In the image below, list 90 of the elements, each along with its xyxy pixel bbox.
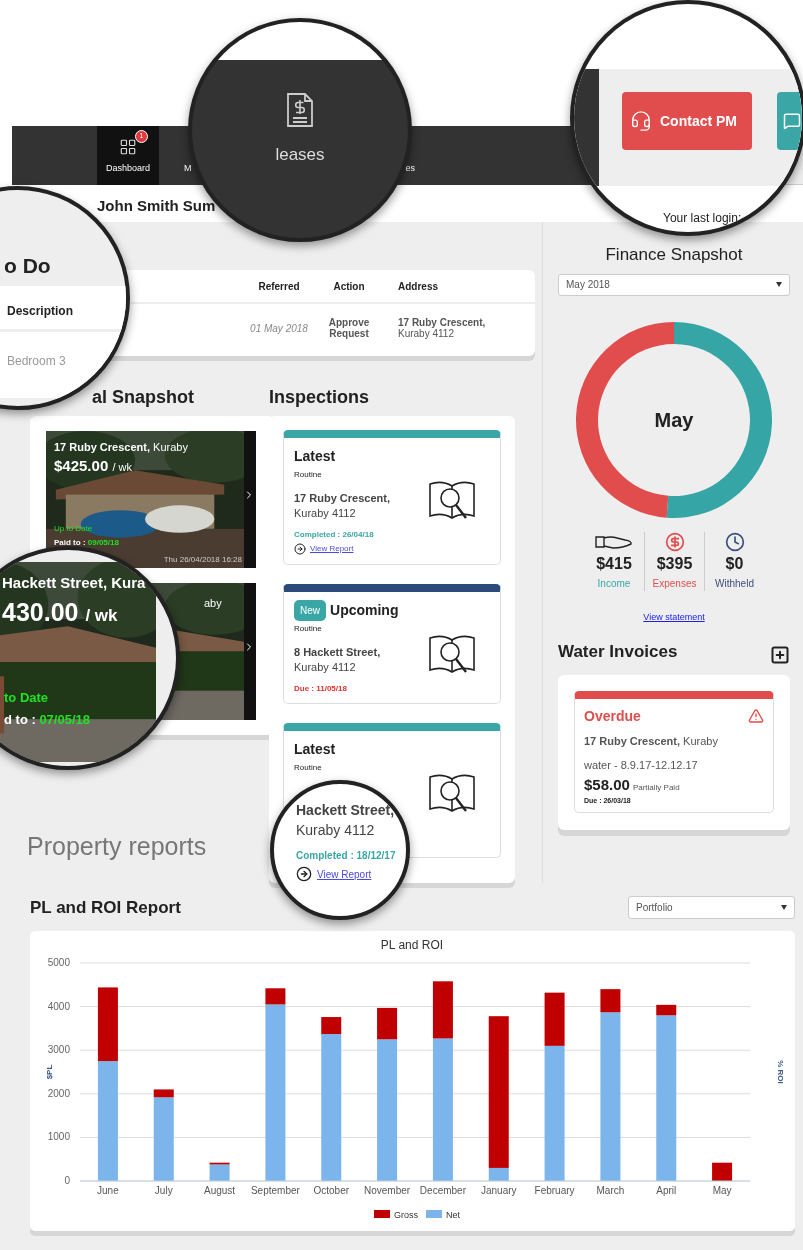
x-tick-label: December [419, 1184, 466, 1196]
section-title: Water Invoices [558, 640, 678, 663]
new-badge: New [294, 600, 326, 621]
x-tick-label: September [250, 1184, 300, 1196]
table-cell-text: Bedroom 3 [7, 353, 66, 370]
invoice-period: water - 8.9.17-12.12.17 [584, 758, 699, 773]
column-header: Address [398, 279, 438, 294]
legend-label[interactable]: Gross [394, 1209, 418, 1220]
portfolio-select[interactable]: Portfolio [628, 896, 795, 920]
y-tick-label: 3000 [47, 1043, 70, 1055]
add-icon[interactable] [770, 644, 790, 665]
legend-label[interactable]: Net [446, 1209, 460, 1220]
inspection-title: Latest [294, 447, 336, 466]
message-button[interactable] [777, 92, 802, 150]
x-tick-label: January [480, 1184, 517, 1196]
page-title: John Smith Sum [97, 196, 216, 216]
inspection-type: Routine [293, 469, 323, 481]
invoice-amount: $58.00 [584, 774, 630, 795]
x-tick-label: February [534, 1184, 575, 1196]
clock-icon [724, 531, 745, 552]
view-statement-link[interactable]: View statement [643, 611, 705, 622]
dollar-document-icon [286, 92, 314, 128]
table-cell: 17 Ruby Crescent, Kuraby 4112 [398, 317, 486, 339]
inspection-address: Hackett Street, Kuraby 4112 [296, 801, 395, 840]
last-login-text: Your last login: [663, 210, 742, 227]
dropdown-caret-icon [776, 282, 782, 287]
section-title: al Snapshot [91, 386, 195, 409]
x-tick-label: May [712, 1184, 732, 1196]
section-title: PL and ROI Report [30, 897, 181, 919]
section-title: Finance Snapshot [604, 244, 744, 266]
stat-amount: $395 [656, 553, 693, 574]
inspection-type: Routine [293, 623, 323, 635]
x-tick-label: November [364, 1184, 411, 1196]
dollar-icon [664, 531, 685, 552]
section-title: Inspections [269, 386, 371, 409]
section-title: o Do [4, 253, 51, 279]
view-report-link[interactable]: View Report [317, 866, 372, 882]
contact-pm-button[interactable]: Contact PM [622, 92, 752, 150]
y-tick-label: 5000 [47, 956, 70, 968]
column-header: Referred [257, 279, 301, 294]
invoice-address: 17 Ruby Crescent, Kuraby [584, 733, 719, 749]
inspection-type: Routine [293, 762, 323, 774]
x-tick-label: October [313, 1184, 350, 1196]
inspection-address: 8 Hackett Street, Kuraby 4112 [294, 645, 382, 675]
x-tick-label: June [97, 1184, 119, 1196]
dashboard-icon [119, 137, 137, 156]
x-tick-label: July [154, 1184, 173, 1196]
chat-icon [783, 112, 801, 130]
arrow-circle-icon [296, 866, 312, 882]
arrow-circle-icon [294, 543, 306, 555]
view-report-link[interactable]: View Report [310, 543, 354, 555]
payment-note: Partially Paid [632, 781, 680, 794]
x-tick-label: August [204, 1184, 236, 1196]
stat-label: Income [597, 576, 631, 591]
stat-amount: $0 [725, 553, 744, 574]
inspection-status: Due : 11/05/18 [293, 683, 348, 695]
inspection-title: Latest [294, 740, 336, 759]
headset-icon [630, 110, 652, 132]
inspection-address: 17 Ruby Crescent, Kuraby 4112 [294, 491, 391, 521]
x-tick-label: March [596, 1184, 625, 1196]
hand-icon [595, 533, 633, 550]
bar [712, 1162, 733, 1181]
inspection-status: Completed : 18/12/17 [296, 849, 396, 863]
table-cell-text: 01 May 2018 [249, 321, 309, 336]
chart-title: PL and ROI [380, 937, 444, 952]
invoice-status: Overdue [584, 706, 641, 726]
stat-label: Expenses [652, 576, 697, 591]
nav-tab[interactable]: leases [275, 142, 325, 168]
stat-amount: $415 [596, 553, 632, 574]
column-header: Description [7, 303, 73, 320]
property-address: aby [204, 596, 222, 611]
stat-label: Withheld [715, 576, 754, 591]
y-tick-label: 4000 [47, 1000, 70, 1012]
donut-center-label: May [654, 407, 694, 433]
section-heading: Property reports [27, 831, 208, 862]
dropdown-caret-icon [781, 905, 787, 911]
y-tick-label: 0 [64, 1174, 70, 1186]
period-select[interactable]: May 2018 [558, 273, 790, 296]
table-cell-text: Approve Request [327, 317, 371, 339]
legend-swatch [426, 1209, 442, 1218]
inspection-status: Completed : 26/04/18 [293, 529, 375, 541]
y-tick-label: 1000 [47, 1130, 70, 1142]
y-tick-label: 2000 [47, 1087, 70, 1099]
x-tick-label: April [656, 1184, 677, 1196]
column-header: Action [332, 279, 366, 294]
y-axis-label: % ROI [776, 1059, 785, 1084]
y-axis-label: $PL [45, 1064, 54, 1079]
warning-icon [748, 708, 764, 724]
legend-swatch [374, 1209, 390, 1218]
inspection-title: Upcoming [330, 601, 399, 620]
